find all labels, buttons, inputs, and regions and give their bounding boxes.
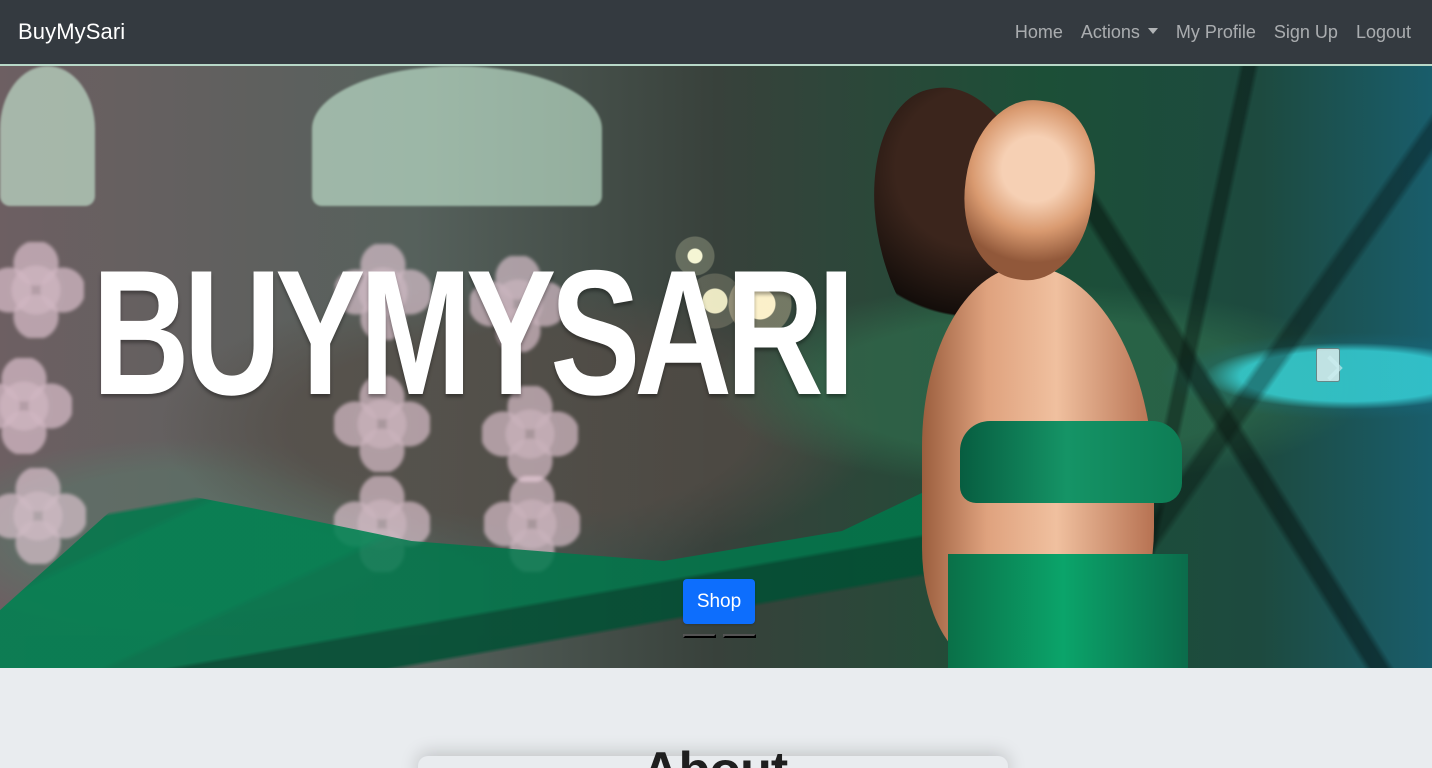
carousel-indicator-1[interactable] [683, 634, 716, 638]
green-sari-skirt [948, 554, 1188, 668]
carousel-indicator-2[interactable] [723, 634, 756, 638]
green-blouse [960, 421, 1182, 503]
nav-logout-link[interactable]: Logout [1356, 23, 1411, 41]
top-navbar: BuyMySari Home Actions My Profile Sign U… [0, 0, 1432, 66]
hero-carousel: BUYMYSARI Shop [0, 66, 1432, 668]
nav-my-profile-link[interactable]: My Profile [1176, 23, 1256, 41]
brand-logo-link[interactable]: BuyMySari [18, 21, 125, 43]
about-section: About [0, 668, 1432, 768]
nav-sign-up-link[interactable]: Sign Up [1274, 23, 1338, 41]
nav-actions-dropdown[interactable]: Actions [1081, 23, 1158, 41]
nav-actions-label: Actions [1080, 22, 1140, 42]
main-navigation: Home Actions My Profile Sign Up Logout [1015, 23, 1411, 41]
hero-model-image [830, 66, 1190, 668]
background-flower-pattern [0, 358, 72, 454]
hero-banner-text: BUYMYSARI [92, 233, 855, 432]
nav-home-link[interactable]: Home [1015, 23, 1063, 41]
shop-button[interactable]: Shop [683, 579, 755, 624]
carousel-next-button[interactable] [1316, 348, 1340, 382]
caret-down-icon [1147, 28, 1158, 34]
carousel-indicators [683, 634, 756, 638]
about-title: About [642, 745, 788, 768]
background-window-shape [312, 66, 602, 206]
background-flower-pattern [0, 242, 84, 338]
background-window-shape [0, 66, 95, 206]
